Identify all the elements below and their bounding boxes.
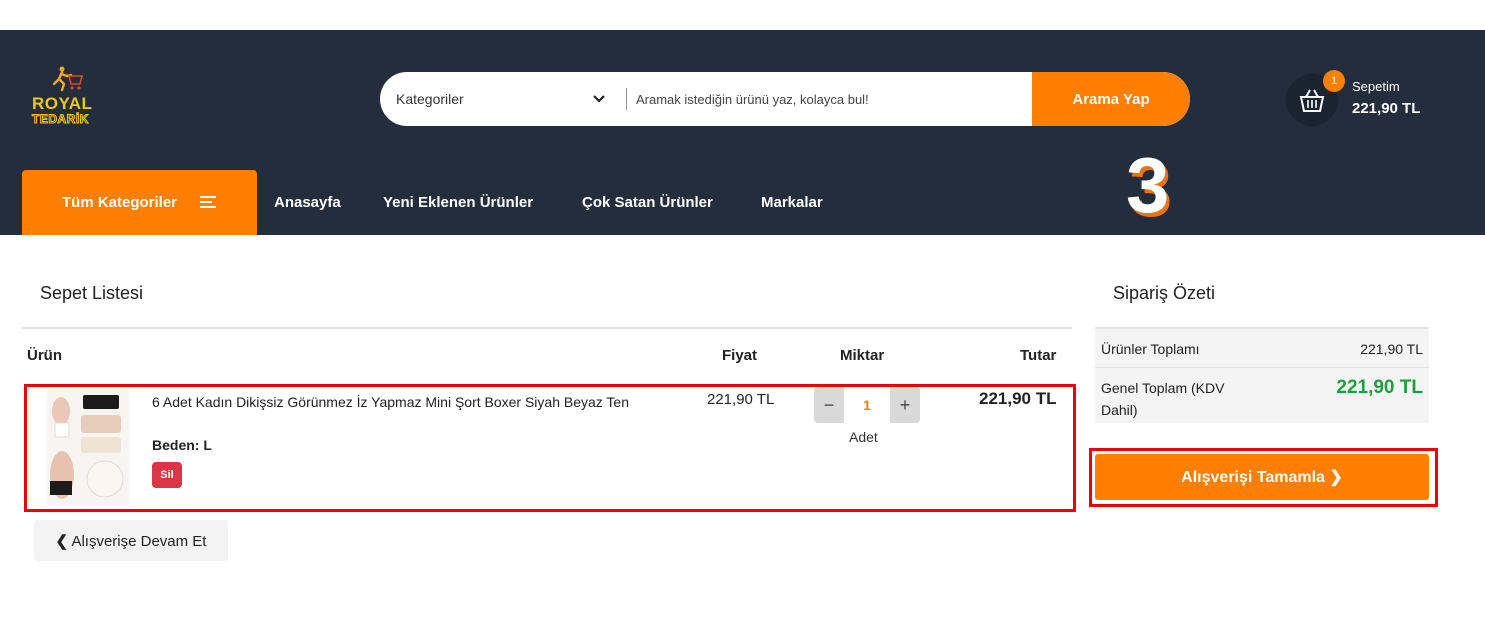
nav-link-best-sellers[interactable]: Çok Satan Ürünler [582,194,713,211]
cart-count-badge: 1 [1323,70,1345,92]
quantity-increase-button[interactable]: + [890,387,920,423]
chevron-down-icon [593,95,605,103]
category-select[interactable]: Kategoriler [380,72,625,126]
product-size: Beden: L [152,437,212,453]
product-thumbnail[interactable] [47,389,129,505]
products-total-value: 221,90 TL [1360,341,1423,357]
search-input[interactable] [636,84,1026,114]
grand-total-value: 221,90 TL [1336,377,1423,398]
column-header-total: Tutar [1020,347,1057,364]
quantity-stepper: − + [814,387,920,425]
step-annotation: 3 [1126,141,1170,229]
cart-table: Ürün Fiyat Miktar Tutar 6 Adet Kadın Dik… [22,327,1076,512]
column-header-price: Fiyat [722,347,758,364]
column-header-product: Ürün [27,347,62,364]
checkout-button[interactable]: Alışverişi Tamamla ❯ [1095,454,1429,500]
menu-icon [200,196,216,208]
basket-icon [1299,89,1325,112]
column-header-quantity: Miktar [840,347,885,364]
cart-total: 221,90 TL [1352,100,1421,117]
continue-shopping-label: Alışverişe Devam Et [71,532,207,550]
order-summary-title: Sipariş Özeti [1113,283,1216,303]
search-divider [626,88,627,110]
cart-title: Sepetim [1352,79,1400,94]
quantity-decrease-button[interactable]: − [814,387,844,423]
products-total-label: Ürünler Toplamı [1101,341,1200,357]
search-bar: Kategoriler Arama Yap [380,72,1190,126]
chevron-left-icon: ❮ [55,532,69,550]
all-categories-label: Tüm Kategoriler [62,194,178,211]
mini-cart[interactable]: 1 Sepetim 221,90 TL [1286,70,1446,130]
page: ROYAL TEDARİK Kategoriler Arama Yap 1 Se… [0,0,1485,619]
checkout-label: Alışverişi Tamamla [1181,469,1325,486]
nav-link-new-products[interactable]: Yeni Eklenen Ürünler [383,194,533,211]
checkout-highlight: Alışverişi Tamamla ❯ [1089,448,1438,507]
product-name[interactable]: 6 Adet Kadın Dikişsiz Görünmez İz Yapmaz… [152,391,672,414]
order-summary: Ürünler Toplamı 221,90 TL Genel Toplam (… [1095,327,1429,423]
continue-shopping-button[interactable]: ❮ Alışverişe Devam Et [34,520,228,561]
logo[interactable]: ROYAL TEDARİK [32,66,102,128]
search-button[interactable]: Arama Yap [1032,72,1190,126]
main-nav: Tüm Kategoriler Anasayfa Yeni Eklenen Ür… [0,170,1485,235]
summary-divider [1095,367,1429,368]
table-row: 6 Adet Kadın Dikişsiz Görünmez İz Yapmaz… [24,384,1076,512]
all-categories-button[interactable]: Tüm Kategoriler [22,170,257,235]
category-select-label: Kategoriler [396,91,464,107]
quantity-input[interactable] [844,387,890,423]
delete-item-button[interactable]: Sil [152,462,182,488]
chevron-right-icon: ❯ [1329,469,1343,486]
cart-list-title: Sepet Listesi [40,283,144,303]
site-header: ROYAL TEDARİK Kategoriler Arama Yap 1 Se… [0,30,1485,235]
item-total: 221,90 TL [979,389,1057,408]
nav-link-home[interactable]: Anasayfa [274,194,341,211]
shopper-cart-icon [52,66,84,92]
quantity-unit: Adet [849,429,878,445]
logo-line1: ROYAL [32,94,93,113]
grand-total-label: Genel Toplam (KDV Dahil) [1101,380,1225,418]
item-price: 221,90 TL [707,391,775,408]
nav-link-brands[interactable]: Markalar [761,194,823,211]
logo-line2: TEDARİK [32,112,89,127]
